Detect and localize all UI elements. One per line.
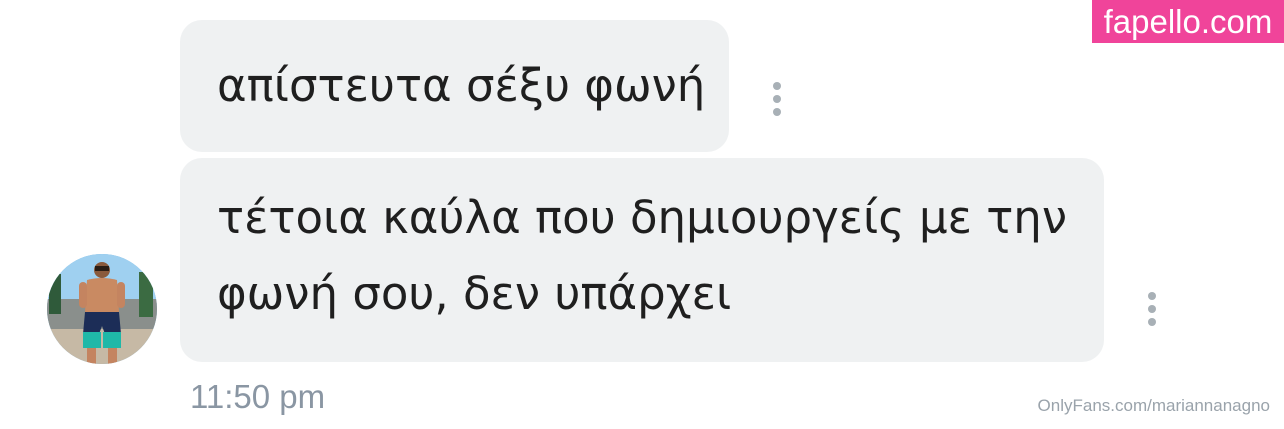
message-timestamp: 11:50 pm — [190, 378, 326, 415]
message-bubble: απίστευτα σέξυ φωνή — [180, 20, 729, 152]
avatar-photo — [47, 254, 157, 364]
source-watermark: OnlyFans.com/mariannanagno — [1037, 396, 1270, 415]
message-text-line: τέτοια καύλα που δημιουργείς με την — [217, 191, 1067, 244]
more-vertical-icon[interactable] — [773, 82, 781, 116]
avatar[interactable] — [47, 254, 157, 364]
more-vertical-icon[interactable] — [1148, 292, 1156, 326]
message-text-line: φωνή σου, δεν υπάρχει — [217, 267, 732, 320]
message-text: απίστευτα σέξυ φωνή — [217, 59, 706, 112]
site-watermark-badge: fapello.com — [1092, 0, 1284, 43]
message-bubble: τέτοια καύλα που δημιουργείς με την φωνή… — [180, 158, 1104, 362]
